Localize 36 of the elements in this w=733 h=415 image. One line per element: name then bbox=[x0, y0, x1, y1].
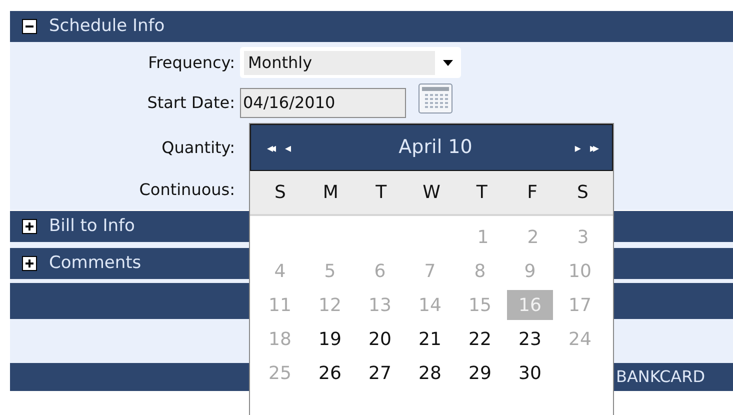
day-cell-text: 25 bbox=[268, 362, 292, 386]
day-cell-text: 17 bbox=[568, 294, 592, 318]
day-cell-text: 18 bbox=[268, 328, 292, 352]
weekday-label: M bbox=[322, 181, 340, 205]
day-cell-text: 8 bbox=[473, 260, 487, 284]
day-cell-text: 6 bbox=[373, 260, 387, 284]
weekday-label: T bbox=[475, 181, 488, 205]
day-cell-text: 7 bbox=[423, 260, 437, 284]
field-label: Continuous: bbox=[138, 179, 236, 202]
day-cell-text: 10 bbox=[568, 260, 592, 284]
month-title: April 10 bbox=[398, 135, 474, 160]
weekday-label: T bbox=[374, 181, 388, 205]
day-cell-text: 1 bbox=[476, 226, 490, 250]
field-label: Start Date: bbox=[146, 92, 236, 114]
day-cell-text: 24 bbox=[568, 328, 592, 352]
day-cell-text: 3 bbox=[576, 226, 590, 250]
weekday-label: S bbox=[576, 181, 590, 205]
payment-type-text: BANKCARD bbox=[616, 366, 706, 388]
field-label: Quantity: bbox=[160, 137, 236, 160]
weekday-label: F bbox=[526, 181, 539, 205]
day-cell-text: 15 bbox=[468, 294, 492, 318]
day-cell-text: 11 bbox=[268, 294, 292, 318]
day-cell-text: 14 bbox=[418, 294, 442, 318]
weekday-label: W bbox=[422, 181, 442, 205]
day-cell: 16 bbox=[507, 290, 553, 320]
section-title: Schedule Info bbox=[49, 14, 165, 38]
day-cell-text: 5 bbox=[323, 260, 337, 284]
day-cell-text: 2 bbox=[526, 226, 540, 250]
day-cell-text: 12 bbox=[318, 294, 342, 318]
field-label: Frequency: bbox=[147, 52, 236, 74]
weekday-label: S bbox=[273, 181, 287, 205]
day-cell-text: 9 bbox=[523, 260, 537, 284]
section-title: Comments bbox=[49, 252, 142, 275]
day-cell-text: 4 bbox=[273, 260, 287, 284]
section-title: Bill to Info bbox=[49, 214, 135, 238]
day-cell-text: 13 bbox=[368, 294, 392, 318]
